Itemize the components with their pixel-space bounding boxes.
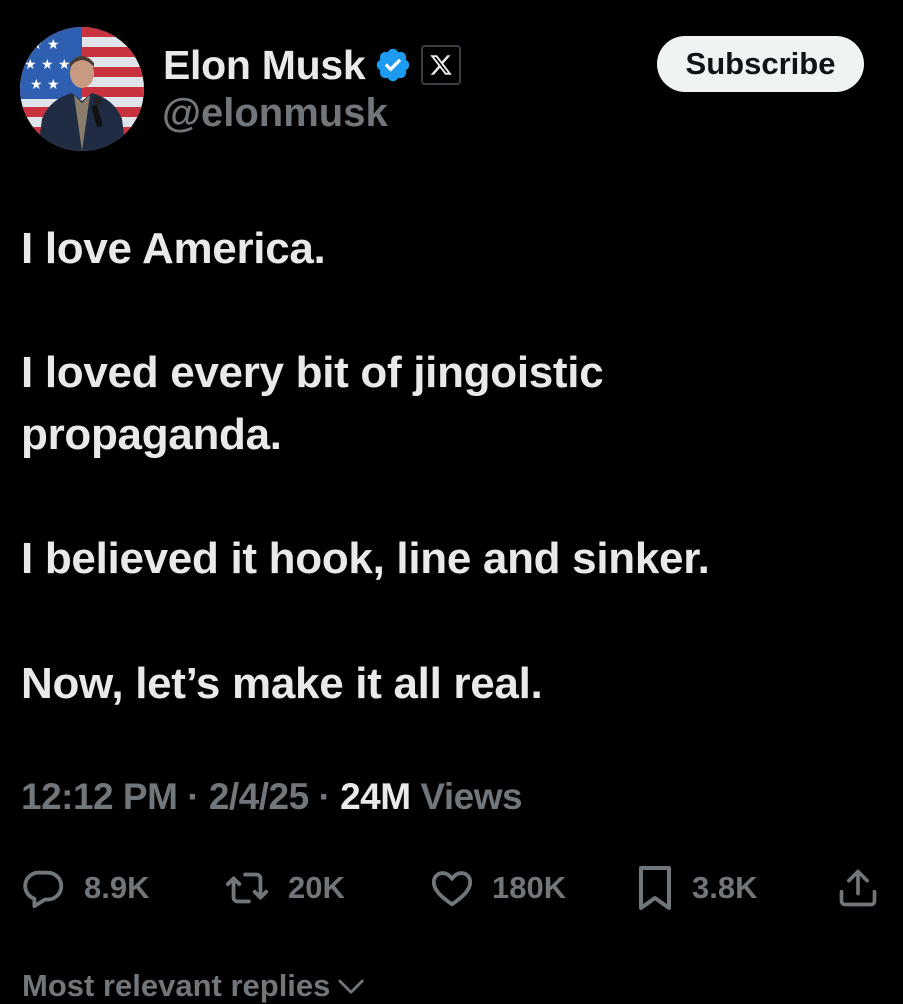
heart-icon	[431, 871, 473, 907]
tweet-meta: 12:12 PM · 2/4/25 · 24M Views	[21, 776, 523, 818]
views-count: 24M	[340, 776, 411, 817]
meta-separator: ·	[187, 776, 200, 817]
replies-sort-dropdown[interactable]: Most relevant replies	[22, 968, 366, 1004]
meta-separator: ·	[318, 776, 331, 817]
author-name-row: Elon Musk	[163, 40, 462, 90]
subscribe-button[interactable]: Subscribe	[657, 36, 864, 92]
svg-text:★ ★: ★ ★	[30, 77, 60, 93]
chevron-down-icon	[338, 979, 365, 994]
reply-icon	[23, 870, 64, 909]
tweet-text-line: I loved every bit of jingoistic	[21, 348, 604, 397]
action-bar: 8.9K 20K 180K 3.8K	[0, 860, 903, 916]
tweet-time[interactable]: 12:12 PM	[21, 776, 178, 817]
svg-text:★ ★: ★ ★	[30, 37, 60, 53]
bookmark-count: 3.8K	[692, 870, 758, 905]
bookmark-button[interactable]: 3.8K	[634, 860, 757, 916]
reply-button[interactable]: 8.9K	[20, 860, 149, 916]
like-button[interactable]: 180K	[428, 860, 566, 916]
replies-sort-label: Most relevant replies	[22, 968, 331, 1003]
svg-text:★ ★ ★: ★ ★ ★	[24, 57, 71, 73]
tweet-text-line: Now, let’s make it all real.	[21, 659, 543, 708]
tweet-text-line: I love America.	[21, 224, 326, 273]
share-button[interactable]	[836, 860, 880, 916]
repost-count: 20K	[288, 870, 345, 905]
like-count: 180K	[492, 870, 567, 905]
avatar-image: ★ ★ ★ ★ ★ ★ ★	[20, 27, 144, 151]
x-logo-icon[interactable]	[421, 45, 462, 85]
tweet-text-line: propaganda.	[21, 410, 282, 459]
tweet-date[interactable]: 2/4/25	[209, 776, 309, 817]
repost-button[interactable]: 20K	[222, 860, 345, 916]
reply-count: 8.9K	[84, 870, 150, 905]
avatar[interactable]: ★ ★ ★ ★ ★ ★ ★	[20, 27, 144, 151]
author-handle[interactable]: @elonmusk	[162, 91, 388, 136]
display-name[interactable]: Elon Musk	[163, 42, 366, 89]
repost-icon	[225, 872, 269, 904]
views-label: Views	[420, 776, 523, 817]
bookmark-icon	[639, 866, 671, 910]
verified-badge-icon[interactable]	[374, 46, 412, 84]
tweet-text-line: I believed it hook, line and sinker.	[21, 534, 710, 583]
share-icon	[839, 869, 877, 907]
